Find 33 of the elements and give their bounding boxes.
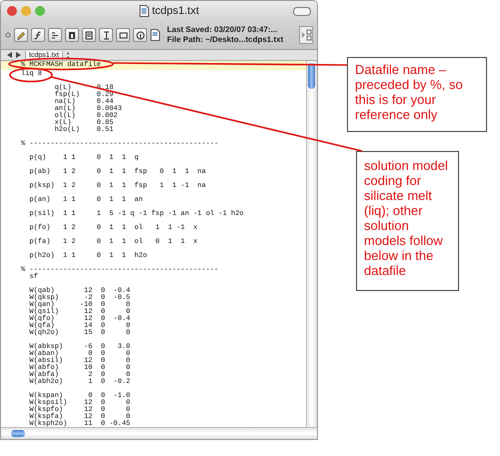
toolbar-button[interactable] [31,28,45,42]
text-area[interactable] [1,61,306,427]
document-pages-icon[interactable] [299,26,313,44]
toolbar-button[interactable] [82,28,96,42]
block-icon [68,30,76,40]
function-icon [34,30,42,40]
annotation-note: solution model coding for silicate melt (liq); other solution models follow below in the datafile [356,151,459,291]
more-icon[interactable] [66,52,69,58]
toolbar-toggle-icon[interactable] [293,6,311,16]
toolbar-button[interactable] [14,28,28,42]
pencil-icon [16,30,26,40]
toolbar-button[interactable] [65,28,79,42]
document-icon [138,5,149,17]
page-icon [84,30,94,40]
text-cursor-icon [102,30,110,40]
annotation-note: Datafile name – preceded by %, so this is for your reference only [347,57,487,132]
toolbar-button[interactable] [133,28,147,42]
forward-arrow-icon[interactable] [16,52,21,58]
back-arrow-icon[interactable] [7,52,12,58]
document-icon[interactable] [150,29,160,41]
vertical-scrollbar[interactable] [306,61,317,427]
file-path-text: File Path: ~/Deskto...tcdps1.txt [167,35,284,45]
toolbar-button[interactable] [99,28,113,42]
lines-icon [50,30,60,40]
toolbar-button[interactable] [116,28,130,42]
circle-icon[interactable] [5,32,11,38]
window-title: tcdps1.txt [152,5,200,17]
window-icon [118,30,128,40]
last-saved-text: Last Saved: 03/20/07 03:47:... [167,25,278,35]
info-icon [136,30,144,40]
toolbar-button[interactable] [48,28,62,42]
close-icon[interactable] [7,6,17,16]
horizontal-scrollbar[interactable] [1,427,317,439]
